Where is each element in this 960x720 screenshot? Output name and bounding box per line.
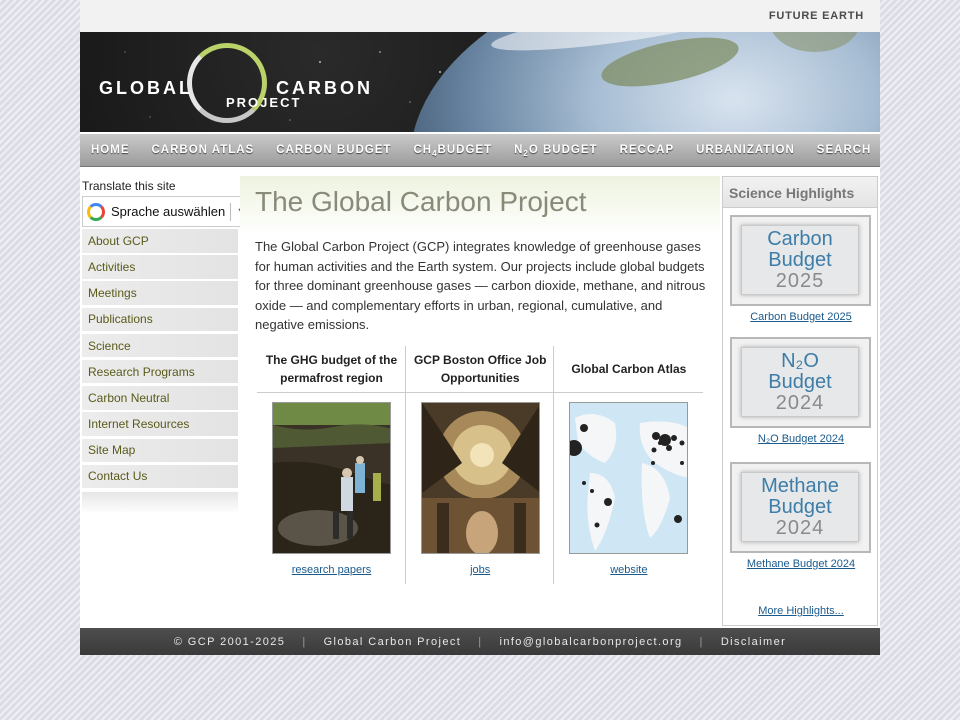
earth-image (410, 32, 880, 132)
footer-org-link[interactable]: Global Carbon Project (324, 636, 462, 648)
carbon-atlas-map[interactable] (569, 402, 689, 554)
n2o-budget-link[interactable]: N₂O Budget 2024 (723, 433, 879, 445)
feature-boston-jobs: GCP Boston Office Job Opportunities jobs (405, 346, 555, 584)
feature-title: GCP Boston Office Job Opportunities (405, 346, 555, 393)
language-select[interactable]: Sprache auswählen ▼ (82, 196, 256, 227)
footer-copyright: © GCP 2001-2025 (173, 635, 286, 648)
sidebar-item-research-programs[interactable]: Research Programs (82, 359, 238, 384)
sidebar-item-contact-us[interactable]: Contact Us (82, 464, 238, 489)
google-icon (87, 202, 105, 221)
permafrost-photo[interactable] (272, 402, 391, 554)
sidebar-item-about-gcp[interactable]: About GCP (82, 229, 238, 253)
footer-separator: | (699, 635, 704, 648)
carbon-budget-link[interactable]: Carbon Budget 2025 (723, 311, 879, 323)
translate-label: Translate this site (82, 179, 176, 193)
n2o-budget-thumbnail[interactable]: N₂O Budget 2024 (730, 337, 871, 428)
footer-email-link[interactable]: info@globalcarbonproject.org (499, 636, 682, 648)
language-select-value: Sprache auswählen (111, 204, 226, 219)
sidebar-item-science[interactable]: Science (82, 333, 238, 358)
top-bar: FUTURE EARTH (80, 0, 880, 32)
sidebar-item-site-map[interactable]: Site Map (82, 438, 238, 462)
gcp-logo-ring (187, 43, 267, 123)
science-highlights-heading: Science Highlights (723, 177, 877, 208)
footer-separator: | (302, 635, 307, 648)
feature-permafrost: The GHG budget of the permafrost region (257, 346, 406, 584)
nav-urbanization[interactable]: Urbanization (685, 134, 806, 167)
left-sidebar: Translate this site Sprache auswählen ▼ … (80, 176, 256, 516)
page-title: The Global Carbon Project (255, 186, 587, 217)
sidebar-item-internet-resources[interactable]: Internet Resources (82, 412, 238, 436)
sidebar-item-meetings[interactable]: Meetings (82, 281, 238, 305)
sidebar-item-activities[interactable]: Activities (82, 255, 238, 279)
methane-budget-thumbnail[interactable]: Methane Budget 2024 (730, 462, 871, 553)
feature-carbon-atlas: Global Carbon Atlas website (554, 346, 704, 584)
logo-global[interactable]: GLOBAL (99, 78, 193, 99)
cathedral-photo[interactable] (420, 402, 540, 554)
footer-separator: | (478, 635, 483, 648)
nav-n2o-budget[interactable]: N2O Budget (503, 134, 608, 167)
header-banner: GLOBAL CARBON PROJECT (80, 32, 880, 132)
jobs-link[interactable]: jobs (406, 564, 555, 576)
logo-project[interactable]: PROJECT (226, 95, 301, 110)
feature-title: The GHG budget of the permafrost region (257, 346, 406, 393)
sidebar-item-carbon-neutral[interactable]: Carbon Neutral (82, 386, 238, 410)
footer: © GCP 2001-2025 | Global Carbon Project … (80, 628, 880, 655)
main-content: The Global Carbon Project The Global Car… (240, 176, 720, 586)
nav-carbon-atlas[interactable]: Carbon Atlas (141, 134, 266, 167)
nav-carbon-budget[interactable]: Carbon Budget (265, 134, 402, 167)
more-highlights-link[interactable]: More Highlights... (723, 605, 879, 617)
carbon-budget-thumbnail[interactable]: Carbon Budget 2025 (730, 215, 871, 306)
nav-ch4-budget[interactable]: CH 4 Budget (402, 134, 503, 167)
website-link[interactable]: website (554, 564, 703, 576)
nav-search[interactable]: Search (806, 134, 883, 167)
main-nav: Home Carbon Atlas Carbon Budget CH 4 Budg… (80, 134, 880, 167)
nav-reccap[interactable]: RECCAP (609, 134, 686, 167)
methane-budget-link[interactable]: Methane Budget 2024 (723, 558, 879, 570)
footer-disclaimer-link[interactable]: Disclaimer (721, 636, 786, 648)
nav-home[interactable]: Home (80, 134, 141, 167)
feature-table: The GHG budget of the permafrost region (257, 346, 704, 584)
research-papers-link[interactable]: research papers (257, 564, 406, 576)
sidebar-menu: About GCP Activities Meetings Publicatio… (82, 229, 238, 491)
page-wrapper: FUTURE EARTH GLOBAL CARBON PROJECT Home … (80, 0, 880, 655)
feature-title: Global Carbon Atlas (554, 346, 704, 393)
sidebar-item-publications[interactable]: Publications (82, 307, 238, 332)
future-earth-logo[interactable]: FUTURE EARTH (769, 10, 864, 22)
science-highlights-panel: Science Highlights Carbon Budget 2025 Ca… (722, 176, 878, 626)
intro-paragraph: The Global Carbon Project (GCP) integrat… (255, 239, 706, 332)
